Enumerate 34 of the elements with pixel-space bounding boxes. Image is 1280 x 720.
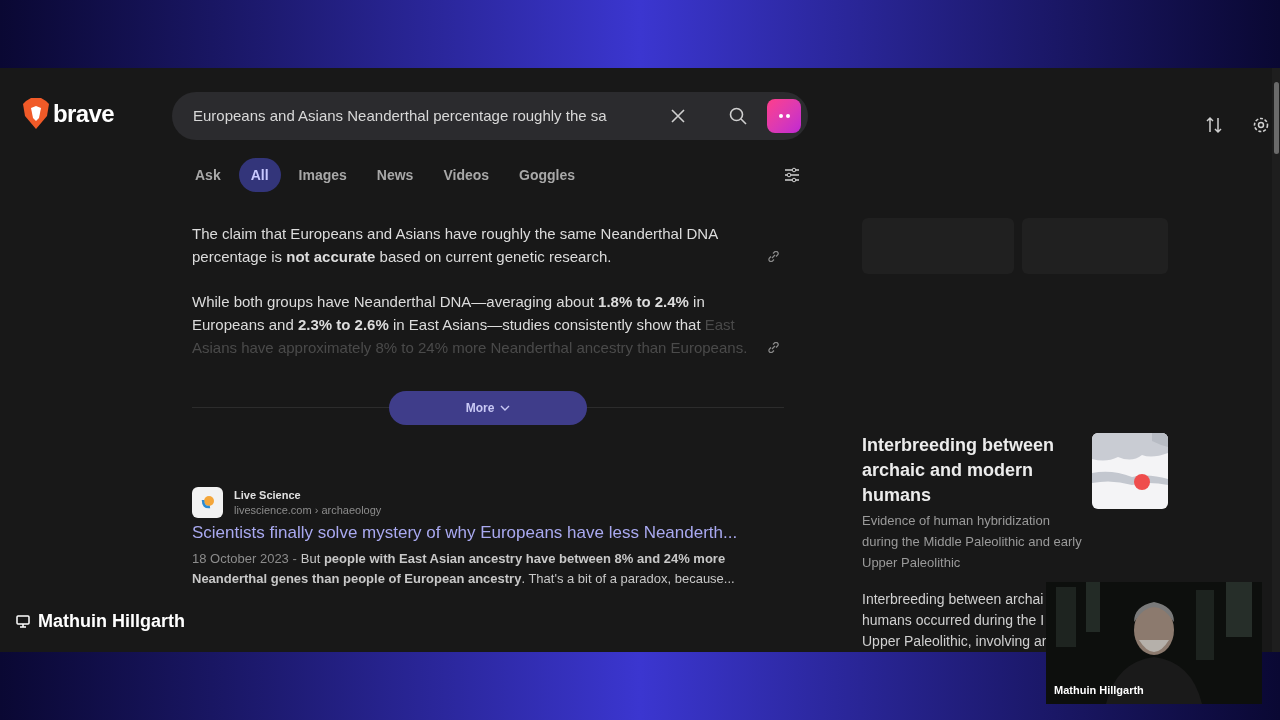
panel-text-line: Upper Paleolithic, involving ar <box>862 632 1048 651</box>
link-icon[interactable] <box>768 342 779 353</box>
search-tab[interactable]: News <box>364 158 426 192</box>
result-snippet: 18 October 2023 - But people with East Asian ancestry have between 8% and 24% more Neanderthal genes than people of European ancestry. That's a bit of a paradox, because... <box>192 550 736 588</box>
monitor-icon <box>16 615 30 628</box>
search-tab[interactable]: All <box>238 158 281 192</box>
site-name: Live Science <box>234 487 302 503</box>
brand-name: brave <box>53 99 115 129</box>
search-icon[interactable] <box>729 107 747 125</box>
panel-subtitle: Evidence of human hybridization during the Middle Paleolithic and early Upper Paleolithic <box>862 512 1082 572</box>
site-favicon <box>192 487 223 518</box>
panel-text-line: Interbreeding between archai <box>862 590 1045 609</box>
link-icon[interactable] <box>768 251 779 262</box>
chevron-down-icon <box>500 405 511 411</box>
lion-logo-icon <box>22 98 50 130</box>
filter-settings-icon[interactable] <box>784 167 800 183</box>
scrollbar-thumb[interactable] <box>1273 82 1279 154</box>
search-field[interactable]: Europeans and Asians Neanderthal percentage roughly the sa <box>172 92 808 140</box>
site-url[interactable]: livescience.com › archaeology <box>234 502 382 518</box>
search-tab[interactable]: Goggles <box>507 158 588 192</box>
panel-title: Interbreeding between archaic and modern humans <box>862 434 1056 507</box>
search-tab[interactable]: Ask <box>183 158 233 192</box>
webcam-name-label: Mathuin Hillgarth <box>1054 683 1144 698</box>
panel-text-line: humans occurred during the I <box>862 611 1046 630</box>
sort-icon[interactable] <box>1206 116 1222 134</box>
presenter-name: Mathuin Hillgarth <box>38 610 185 633</box>
search-tab[interactable]: Videos <box>431 158 502 192</box>
more-button[interactable]: More <box>389 391 587 425</box>
search-tab[interactable]: Images <box>286 158 359 192</box>
answer-paragraph: The claim that Europeans and Asians have roughly the same Neanderthal DNA percentage is not accurate based on current genetic research. <box>192 224 719 267</box>
result-title-link[interactable]: Scientists finally solve mystery of why Europeans have less Neanderth... <box>192 521 784 545</box>
close-icon[interactable] <box>671 109 685 123</box>
assistant-button[interactable] <box>767 99 801 133</box>
settings-icon[interactable] <box>1252 116 1270 134</box>
